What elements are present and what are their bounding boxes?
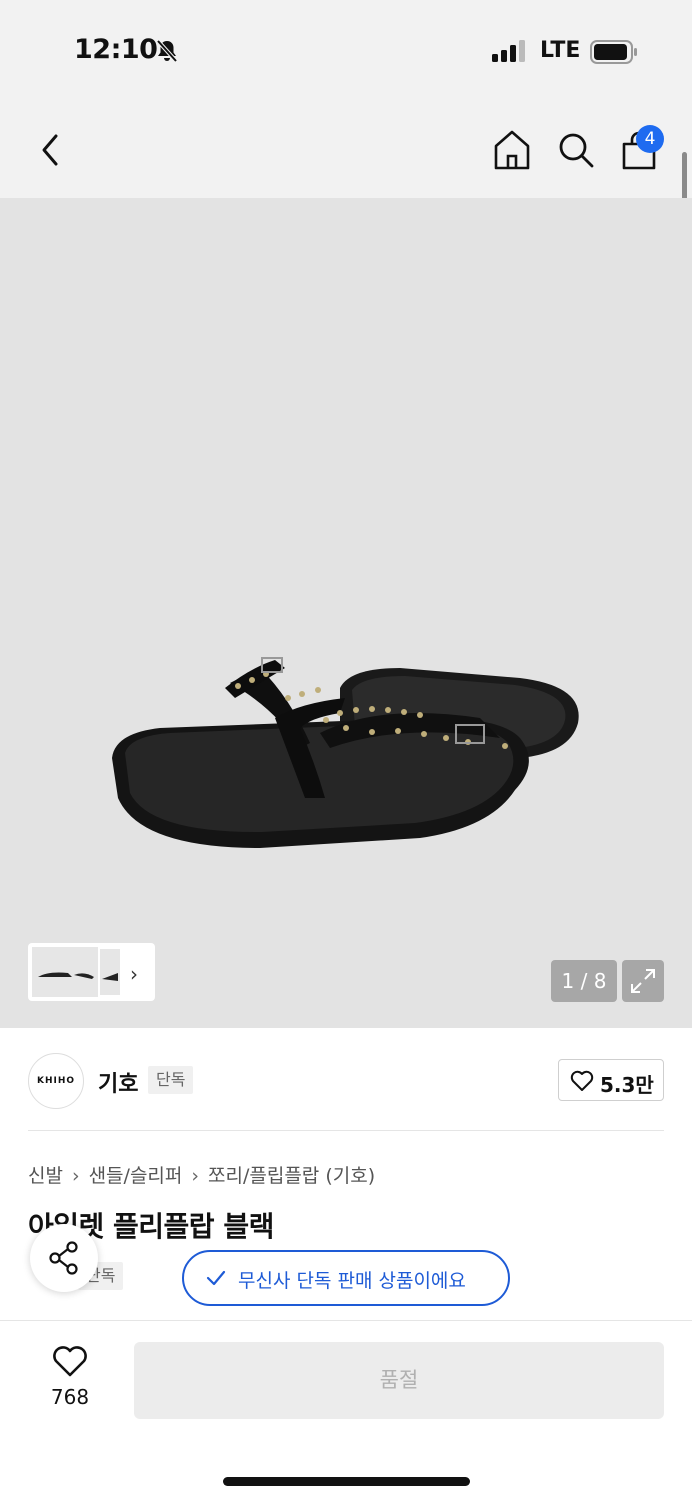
brand-like-button[interactable]: 5.3만	[558, 1059, 664, 1101]
brand-like-count: 5.3만	[600, 1073, 654, 1097]
battery-icon	[590, 40, 637, 64]
top-nav-bar	[0, 100, 692, 198]
bell-slash-icon	[156, 39, 178, 63]
sandals-illustration	[112, 657, 579, 848]
heart-icon	[570, 1070, 594, 1091]
breadcrumb-item[interactable]: 신발	[28, 1161, 63, 1188]
chevron-right-icon: ›	[71, 1165, 80, 1187]
breadcrumb-item[interactable]: 샌들/슬리퍼	[89, 1161, 183, 1188]
back-arrow-icon[interactable]	[34, 130, 68, 170]
product-image[interactable]	[0, 198, 692, 1028]
chevron-right-icon[interactable]: ›	[130, 962, 138, 986]
home-icon[interactable]	[492, 128, 532, 172]
divider	[28, 1130, 664, 1131]
image-page-counter: 1 / 8	[551, 960, 617, 1002]
status-time: 12:10	[74, 34, 158, 65]
sold-out-button[interactable]: 품절	[134, 1342, 664, 1419]
brand-name[interactable]: 기호	[98, 1066, 138, 1098]
check-icon	[206, 1270, 226, 1286]
heart-icon[interactable]	[52, 1346, 88, 1378]
home-indicator	[223, 1477, 470, 1486]
expand-image-button[interactable]	[622, 960, 664, 1002]
share-button[interactable]	[30, 1224, 98, 1292]
cart-count-badge: 4	[636, 125, 664, 153]
exclusive-sale-text: 무신사 단독 판매 상품이에요	[238, 1270, 466, 1292]
wishlist-count: 768	[50, 1385, 90, 1409]
breadcrumb: 신발 › 샌들/슬리퍼 › 쪼리/플립플랍 (기호)	[28, 1161, 375, 1188]
chevron-right-icon: ›	[191, 1165, 199, 1187]
exclusive-sale-banner[interactable]: 무신사 단독 판매 상품이에요	[182, 1250, 510, 1306]
exclusive-tag: 단독	[148, 1066, 194, 1094]
brand-logo[interactable]: KHIHO	[28, 1053, 84, 1109]
network-label: LTE	[540, 38, 581, 63]
search-icon[interactable]	[556, 130, 596, 170]
breadcrumb-item[interactable]: 쪼리/플립플랍 (기호)	[208, 1161, 375, 1188]
expand-icon	[631, 969, 655, 993]
share-icon	[49, 1241, 78, 1275]
status-bar: 12:10 LTE	[0, 0, 692, 100]
signal-icon	[492, 40, 525, 62]
